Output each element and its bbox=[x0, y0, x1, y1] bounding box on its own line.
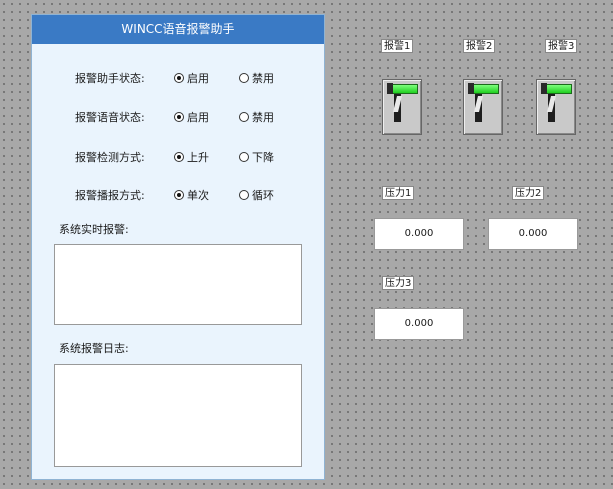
radio-unselected-icon bbox=[239, 112, 249, 122]
alarm-log-textbox[interactable] bbox=[54, 364, 302, 467]
alarm-log-label: 系统报警日志: bbox=[59, 342, 129, 355]
radio-assistant-disable[interactable]: 禁用 bbox=[239, 70, 274, 86]
radio-selected-icon bbox=[174, 152, 184, 162]
option-label: 报警助手状态: bbox=[75, 72, 145, 85]
radio-selected-icon bbox=[174, 73, 184, 83]
option-row-assistant-status: 报警助手状态: 启用 禁用 bbox=[32, 68, 326, 86]
pressure-3-label: 压力3 bbox=[382, 276, 415, 290]
radio-detect-rising[interactable]: 上升 bbox=[174, 149, 209, 165]
radio-unselected-icon bbox=[239, 152, 249, 162]
option-label: 报警语音状态: bbox=[75, 111, 145, 124]
realtime-alarm-textbox[interactable] bbox=[54, 244, 302, 325]
pressure-3-value: 0.000 bbox=[374, 308, 464, 340]
realtime-alarm-label: 系统实时报警: bbox=[59, 223, 129, 236]
radio-selected-icon bbox=[174, 112, 184, 122]
pressure-2-label: 压力2 bbox=[512, 186, 545, 200]
alarm-3-switch[interactable] bbox=[536, 79, 576, 135]
radio-voice-disable[interactable]: 禁用 bbox=[239, 109, 274, 125]
alarm-2-switch[interactable] bbox=[463, 79, 503, 135]
option-row-broadcast-mode: 报警播报方式: 单次 循环 bbox=[32, 185, 326, 203]
alarm-1-label: 报警1 bbox=[381, 39, 414, 53]
option-label: 报警检测方式: bbox=[75, 151, 145, 164]
alarm-1-switch[interactable] bbox=[382, 79, 422, 135]
radio-broadcast-once[interactable]: 单次 bbox=[174, 187, 209, 203]
pressure-2-value: 0.000 bbox=[488, 218, 578, 250]
radio-unselected-icon bbox=[239, 73, 249, 83]
radio-broadcast-loop[interactable]: 循环 bbox=[239, 187, 274, 203]
option-row-detection-mode: 报警检测方式: 上升 下降 bbox=[32, 147, 326, 165]
radio-assistant-enable[interactable]: 启用 bbox=[174, 70, 209, 86]
radio-voice-enable[interactable]: 启用 bbox=[174, 109, 209, 125]
radio-selected-icon bbox=[174, 190, 184, 200]
voice-alarm-panel: WINCC语音报警助手 报警助手状态: 启用 禁用 报警语音状态: 启用 禁用 … bbox=[31, 14, 325, 480]
panel-title: WINCC语音报警助手 bbox=[32, 15, 324, 44]
pressure-1-value: 0.000 bbox=[374, 218, 464, 250]
alarm-2-label: 报警2 bbox=[463, 39, 496, 53]
alarm-3-label: 报警3 bbox=[545, 39, 578, 53]
option-label: 报警播报方式: bbox=[75, 189, 145, 202]
option-row-voice-status: 报警语音状态: 启用 禁用 bbox=[32, 107, 326, 125]
radio-detect-falling[interactable]: 下降 bbox=[239, 149, 274, 165]
radio-unselected-icon bbox=[239, 190, 249, 200]
pressure-1-label: 压力1 bbox=[382, 186, 415, 200]
